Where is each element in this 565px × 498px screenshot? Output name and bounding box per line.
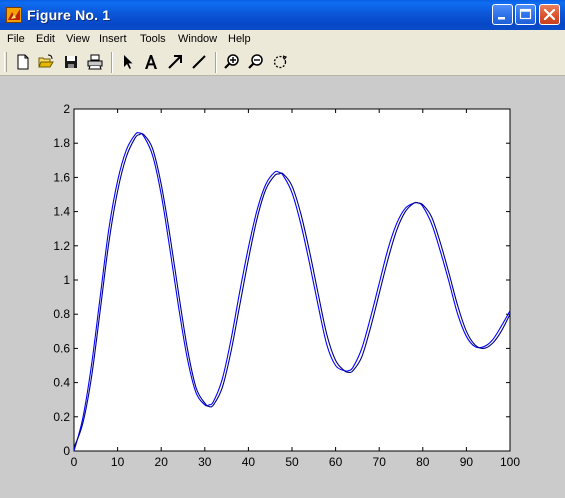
x-tick-label: 10 bbox=[111, 455, 125, 469]
toolbar bbox=[0, 49, 565, 76]
rotate-3d-icon bbox=[273, 55, 288, 69]
matlab-figure-icon bbox=[6, 7, 22, 23]
open-file-icon bbox=[38, 54, 54, 68]
insert-text-icon bbox=[145, 55, 157, 69]
insert-arrow-icon bbox=[168, 55, 182, 69]
menu-window[interactable]: Window bbox=[178, 32, 217, 46]
insert-line-icon bbox=[192, 55, 206, 69]
y-tick-label: 1.8 bbox=[53, 136, 70, 150]
zoom-in-icon bbox=[224, 54, 239, 69]
x-tick-label: 100 bbox=[500, 455, 520, 469]
y-tick-label: 1.4 bbox=[53, 205, 70, 219]
print-button[interactable] bbox=[86, 53, 104, 71]
y-tick-label: 1.6 bbox=[53, 170, 70, 184]
zoom-in-button[interactable] bbox=[223, 53, 241, 71]
menu-view[interactable]: View bbox=[66, 32, 90, 46]
y-tick-label: 0.2 bbox=[53, 410, 70, 424]
y-tick-label: 0 bbox=[63, 444, 70, 458]
toolbar-separator bbox=[111, 52, 113, 73]
x-tick-label: 40 bbox=[242, 455, 256, 469]
toolbar-grip[interactable] bbox=[4, 52, 7, 72]
zoom-out-button[interactable] bbox=[247, 53, 265, 71]
insert-line-button[interactable] bbox=[190, 53, 208, 71]
insert-text-button[interactable] bbox=[142, 53, 160, 71]
menu-help[interactable]: Help bbox=[228, 32, 251, 46]
save-icon bbox=[65, 56, 77, 68]
y-tick-label: 0.6 bbox=[53, 341, 70, 355]
x-tick-label: 90 bbox=[460, 455, 474, 469]
maximize-icon bbox=[519, 8, 532, 20]
y-tick-label: 1.2 bbox=[53, 239, 70, 253]
y-tick-label: 1 bbox=[63, 273, 70, 287]
insert-arrow-button[interactable] bbox=[166, 53, 184, 71]
toolbar-separator bbox=[215, 52, 217, 73]
x-tick-label: 70 bbox=[373, 455, 387, 469]
y-tick-label: 0.4 bbox=[53, 376, 70, 390]
zoom-out-icon bbox=[248, 54, 263, 69]
figure-canvas[interactable]: 0 10 20 30 40 50 60 70 80 90 100 0 0.2 0.4 0.6 0.8 1 1.2 1… bbox=[0, 77, 565, 498]
axes-box[interactable] bbox=[73, 108, 511, 452]
x-tick-label: 20 bbox=[155, 455, 169, 469]
y-tick-label: 2 bbox=[63, 102, 70, 116]
menu-edit[interactable]: Edit bbox=[36, 32, 55, 46]
close-button[interactable] bbox=[539, 4, 560, 25]
close-icon bbox=[543, 8, 556, 21]
x-tick-label: 50 bbox=[285, 455, 299, 469]
open-file-button[interactable] bbox=[37, 53, 55, 71]
y-tick-label: 0.8 bbox=[53, 307, 70, 321]
x-tick-label: 60 bbox=[329, 455, 343, 469]
select-arrow-icon bbox=[124, 55, 133, 69]
rotate-3d-button[interactable] bbox=[271, 53, 289, 71]
minimize-button[interactable] bbox=[492, 4, 513, 25]
select-arrow-button[interactable] bbox=[119, 53, 137, 71]
menu-bar: File Edit View Insert Tools Window Help bbox=[0, 30, 565, 49]
x-tick-label: 80 bbox=[416, 455, 430, 469]
new-figure-icon bbox=[17, 54, 29, 70]
menu-tools[interactable]: Tools bbox=[140, 32, 166, 46]
x-tick-label: 0 bbox=[71, 455, 78, 469]
x-tick-label: 30 bbox=[198, 455, 212, 469]
save-button[interactable] bbox=[62, 53, 80, 71]
title-bar[interactable]: Figure No. 1 bbox=[0, 0, 565, 30]
window-title: Figure No. 1 bbox=[27, 7, 111, 23]
new-figure-button[interactable] bbox=[14, 53, 32, 71]
print-icon bbox=[87, 54, 103, 70]
maximize-button[interactable] bbox=[515, 4, 536, 25]
menu-file[interactable]: File bbox=[7, 32, 25, 46]
minimize-icon bbox=[498, 17, 505, 20]
menu-insert[interactable]: Insert bbox=[99, 32, 127, 46]
